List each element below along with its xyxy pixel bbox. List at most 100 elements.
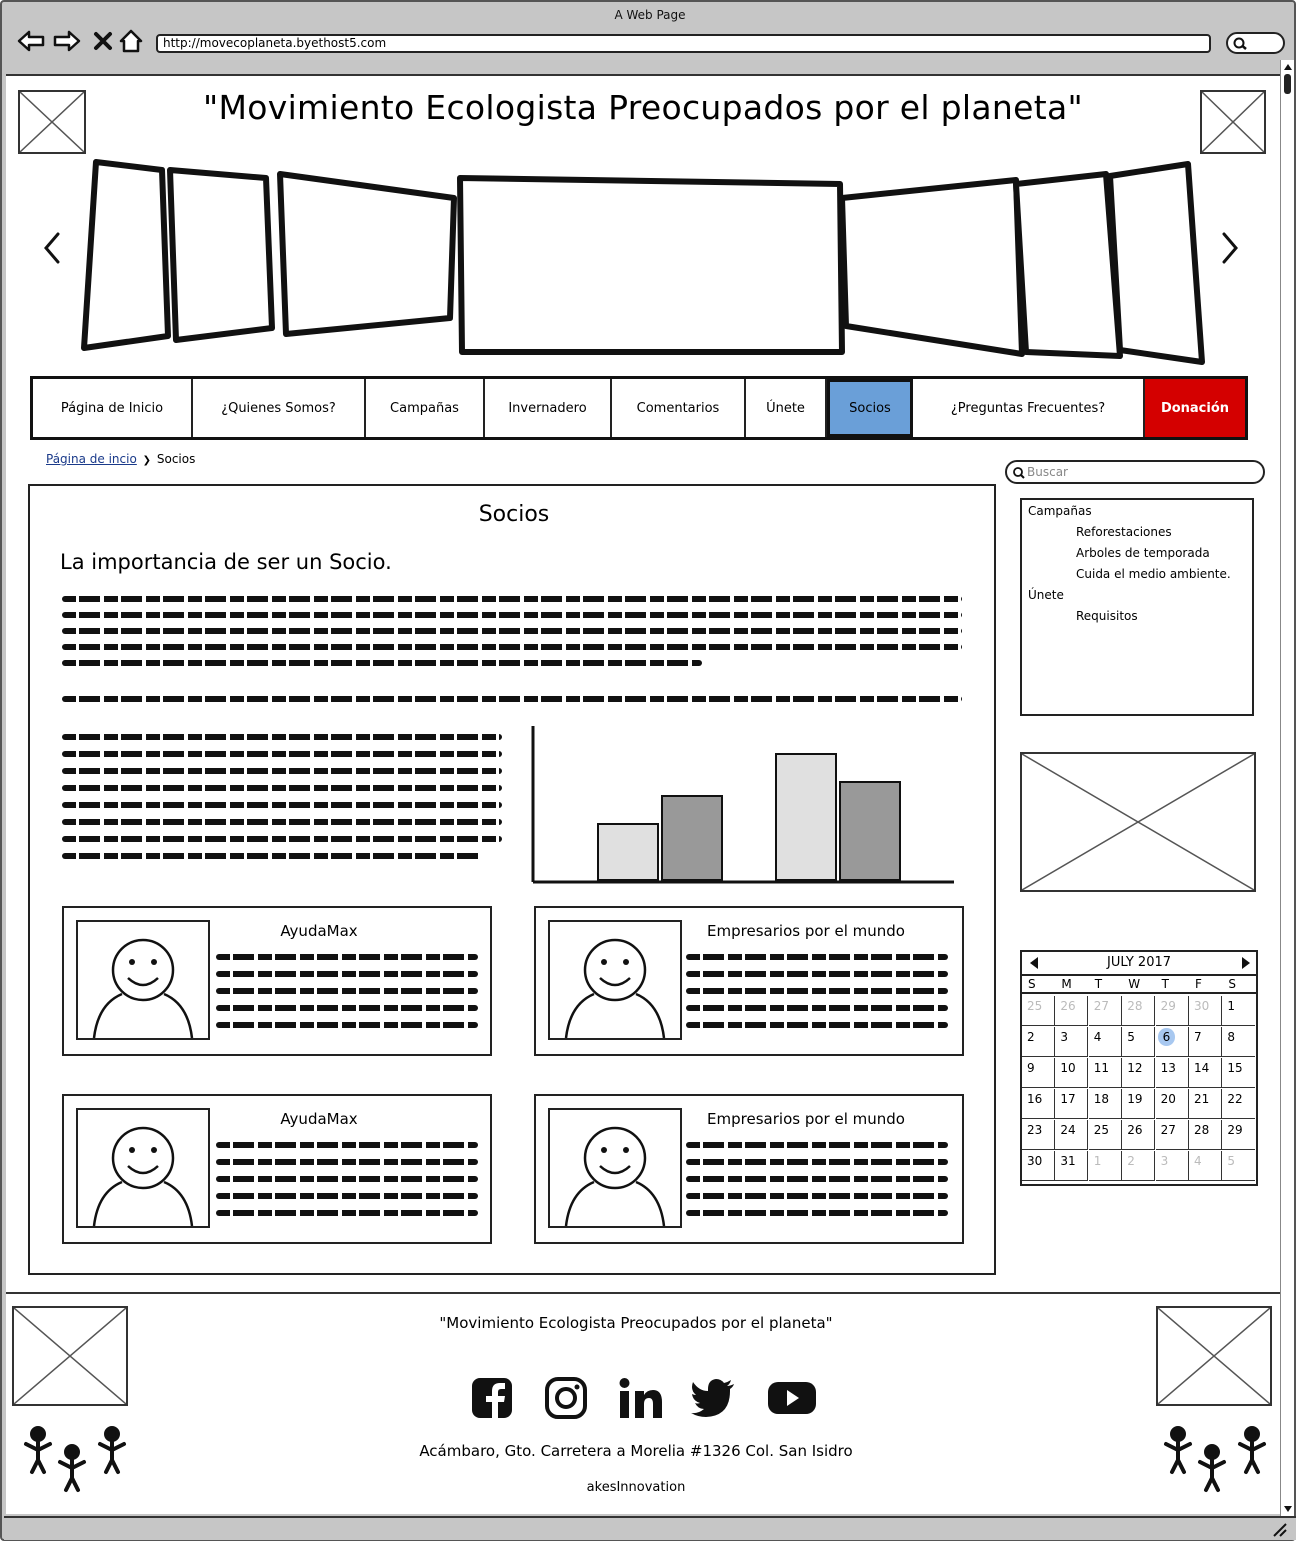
browser-search[interactable] [1226, 32, 1285, 54]
calendar-day[interactable]: 29 [1222, 1120, 1256, 1150]
calendar-day[interactable]: 4 [1189, 1151, 1222, 1181]
calendar-day[interactable]: 18 [1088, 1089, 1122, 1119]
breadcrumb-home-link[interactable]: Página de incio [46, 452, 137, 466]
calendar-day[interactable]: 17 [1055, 1089, 1089, 1119]
scroll-down-icon[interactable] [1281, 1502, 1295, 1516]
avatar [76, 1108, 210, 1228]
carousel-next-icon[interactable] [1212, 226, 1252, 270]
nav-comentarios[interactable]: Comentarios [612, 379, 746, 437]
calendar-day[interactable]: 21 [1189, 1089, 1222, 1119]
calendar-day[interactable]: 29 [1155, 996, 1189, 1026]
nav-inicio[interactable]: Página de Inicio [33, 379, 193, 437]
nav-socios[interactable]: Socios [827, 379, 913, 437]
calendar-weekday: T [1094, 977, 1103, 991]
address-bar[interactable]: http://movecoplaneta.byethost5.com [156, 34, 1211, 53]
linkedin-icon[interactable] [618, 1376, 664, 1420]
twitter-icon[interactable] [690, 1378, 736, 1418]
calendar-day[interactable]: 5 [1222, 1151, 1256, 1181]
card-title: AyudaMax [280, 922, 358, 940]
breadcrumb-current: Socios [156, 452, 196, 466]
calendar-day[interactable]: 24 [1055, 1120, 1089, 1150]
calendar-next-icon[interactable] [1240, 956, 1252, 973]
menu-item-cuida[interactable]: Cuida el medio ambiente. [1076, 567, 1231, 581]
calendar-day[interactable]: 25 [1088, 1120, 1122, 1150]
calendar-day[interactable]: 19 [1122, 1089, 1156, 1119]
calendar-weekday: S [1228, 977, 1237, 991]
menu-item-campanas[interactable]: Campañas [1028, 504, 1092, 518]
search-input[interactable]: Buscar [1005, 460, 1265, 484]
partner-card[interactable]: AyudaMax [62, 1094, 492, 1244]
calendar-day[interactable]: 26 [1055, 996, 1089, 1026]
main-nav: Página de Inicio ¿Quienes Somos? Campaña… [30, 376, 1248, 440]
calendar-day[interactable]: 16 [1022, 1089, 1055, 1119]
calendar-day[interactable]: 14 [1189, 1058, 1222, 1088]
calendar-day[interactable]: 1 [1222, 996, 1256, 1026]
stop-icon[interactable] [88, 26, 118, 56]
carousel-prev-icon[interactable] [30, 226, 70, 270]
facebook-icon[interactable] [470, 1376, 514, 1420]
scroll-thumb[interactable] [1284, 74, 1291, 94]
calendar-day[interactable]: 2 [1022, 1027, 1055, 1057]
forward-icon[interactable] [52, 26, 82, 56]
calendar: JULY 2017 SMTWTFS 25 26 27 28 29 30 1 2 3 4 5 6 7 8 9 1… [1020, 950, 1258, 1186]
vertical-scrollbar[interactable] [1280, 60, 1294, 1516]
calendar-day[interactable]: 15 [1222, 1058, 1256, 1088]
main-content: Socios La importancia de ser un Socio. A… [28, 484, 996, 1275]
calendar-day[interactable]: 12 [1122, 1058, 1156, 1088]
calendar-day[interactable]: 30 [1189, 996, 1222, 1026]
calendar-day[interactable]: 8 [1222, 1027, 1256, 1057]
calendar-weekdays: SMTWTFS [1022, 976, 1256, 994]
calendar-day[interactable]: 11 [1088, 1058, 1122, 1088]
nav-campanas[interactable]: Campañas [366, 379, 485, 437]
partner-card[interactable]: Empresarios por el mundo [534, 1094, 964, 1244]
calendar-day[interactable]: 20 [1155, 1089, 1189, 1119]
calendar-day[interactable]: 3 [1055, 1027, 1089, 1057]
calendar-day[interactable]: 25 [1022, 996, 1055, 1026]
scroll-up-icon[interactable] [1281, 60, 1295, 74]
menu-item-unete[interactable]: Únete [1028, 588, 1064, 602]
image-carousel[interactable] [66, 156, 1206, 366]
calendar-day[interactable]: 28 [1122, 996, 1156, 1026]
site-title: "Movimiento Ecologista Preocupados por e… [203, 88, 1083, 127]
calendar-day[interactable]: 26 [1122, 1120, 1156, 1150]
calendar-day[interactable]: 22 [1222, 1089, 1256, 1119]
avatar [548, 920, 682, 1040]
calendar-grid: 25 26 27 28 29 30 1 2 3 4 5 6 7 8 9 10 11 12 13 14 15 16 17 18 1… [1022, 996, 1256, 1184]
image-placeholder [1020, 752, 1256, 892]
calendar-month: JULY 2017 [1106, 955, 1172, 970]
calendar-day[interactable]: 6 [1155, 1027, 1189, 1057]
nav-preguntas[interactable]: ¿Preguntas Frecuentes? [913, 379, 1145, 437]
avatar [76, 920, 210, 1040]
resize-grip-icon[interactable] [1270, 1522, 1290, 1538]
nav-quienes-somos[interactable]: ¿Quienes Somos? [193, 379, 366, 437]
nav-invernadero[interactable]: Invernadero [485, 379, 612, 437]
calendar-day[interactable]: 30 [1022, 1151, 1055, 1181]
menu-item-requisitos[interactable]: Requisitos [1076, 609, 1138, 623]
nav-unete[interactable]: Únete [746, 379, 827, 437]
calendar-day[interactable]: 23 [1022, 1120, 1055, 1150]
calendar-day[interactable]: 4 [1088, 1027, 1122, 1057]
calendar-day[interactable]: 31 [1055, 1151, 1089, 1181]
calendar-day[interactable]: 3 [1155, 1151, 1189, 1181]
home-icon[interactable] [116, 26, 146, 56]
calendar-day[interactable]: 7 [1189, 1027, 1222, 1057]
calendar-day[interactable]: 27 [1088, 996, 1122, 1026]
calendar-day[interactable]: 13 [1155, 1058, 1189, 1088]
back-icon[interactable] [16, 26, 46, 56]
calendar-day[interactable]: 27 [1155, 1120, 1189, 1150]
menu-item-reforestaciones[interactable]: Reforestaciones [1076, 525, 1172, 539]
partner-card[interactable]: AyudaMax [62, 906, 492, 1056]
youtube-icon[interactable] [766, 1378, 818, 1418]
calendar-day[interactable]: 5 [1122, 1027, 1156, 1057]
calendar-day[interactable]: 28 [1189, 1120, 1222, 1150]
nav-donacion[interactable]: Donación [1145, 379, 1245, 437]
chart-bar [775, 753, 837, 881]
menu-item-arboles[interactable]: Arboles de temporada [1076, 546, 1210, 560]
calendar-day[interactable]: 9 [1022, 1058, 1055, 1088]
calendar-day[interactable]: 10 [1055, 1058, 1089, 1088]
instagram-icon[interactable] [544, 1376, 588, 1420]
calendar-weekday: M [1061, 977, 1072, 991]
calendar-day[interactable]: 1 [1088, 1151, 1122, 1181]
calendar-day[interactable]: 2 [1122, 1151, 1156, 1181]
partner-card[interactable]: Empresarios por el mundo [534, 906, 964, 1056]
